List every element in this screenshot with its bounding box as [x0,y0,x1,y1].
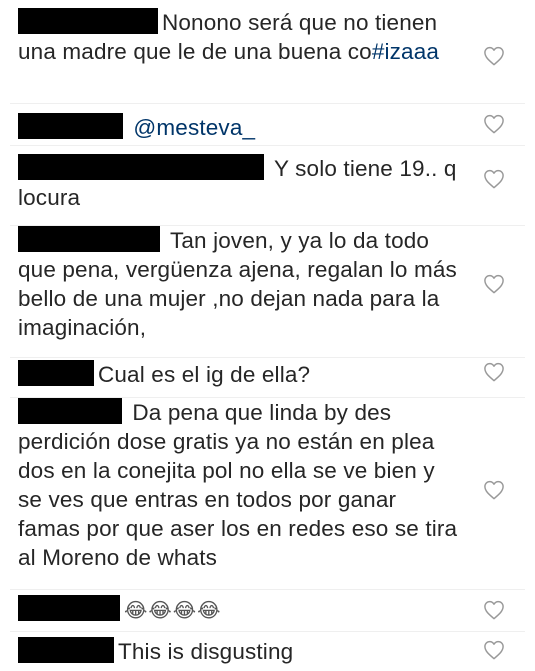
heart-outline-icon[interactable] [483,600,505,620]
comment-text: Tan joven, y ya lo da todo que pena, ver… [18,226,458,342]
comment-body: This is disgusting [118,639,294,664]
heart-outline-icon[interactable] [483,46,505,66]
heart-outline-icon[interactable] [483,274,505,294]
comment-item: Y solo tiene 19.. q locura [0,146,535,224]
comment-item: 😂😂😂😂 [0,590,535,630]
redacted-username[interactable] [18,595,120,621]
heart-outline-icon[interactable] [483,480,505,500]
comment-text: @mesteva_ [18,113,458,142]
comment-text: 😂😂😂😂 [18,595,458,625]
redacted-username[interactable] [18,113,123,139]
comment-item: Cual es el ig de ella? [0,358,535,396]
comment-text: Cual es el ig de ella? [18,360,458,389]
comment-item: Da pena que linda by des perdición dose … [0,398,535,588]
redacted-username[interactable] [18,8,158,34]
mention-link[interactable]: #izaaa [372,39,439,64]
redacted-username[interactable] [18,154,264,180]
comment-text: Y solo tiene 19.. q locura [18,154,458,212]
comment-item: @mesteva_ [0,104,535,144]
comment-body: Da pena que linda by des perdición dose … [18,400,464,570]
heart-outline-icon[interactable] [483,640,505,660]
comment-text: Nonono será que no tienen una madre que … [18,8,458,66]
laughing-emoji: 😂😂😂😂 [124,598,222,622]
comment-body: Cual es el ig de ella? [98,362,311,387]
redacted-username[interactable] [18,360,94,386]
comment-text: This is disgusting [18,637,458,666]
comment-item: This is disgusting [0,632,535,671]
heart-outline-icon[interactable] [483,362,505,382]
redacted-username[interactable] [18,398,122,424]
heart-outline-icon[interactable] [483,169,505,189]
comment-text: Da pena que linda by des perdición dose … [18,398,458,572]
redacted-username[interactable] [18,226,160,252]
comment-item: Tan joven, y ya lo da todo que pena, ver… [0,226,535,356]
redacted-username[interactable] [18,637,114,663]
comment-item: Nonono será que no tienen una madre que … [0,4,535,102]
heart-outline-icon[interactable] [483,114,505,134]
mention-link[interactable]: @mesteva_ [133,115,255,140]
